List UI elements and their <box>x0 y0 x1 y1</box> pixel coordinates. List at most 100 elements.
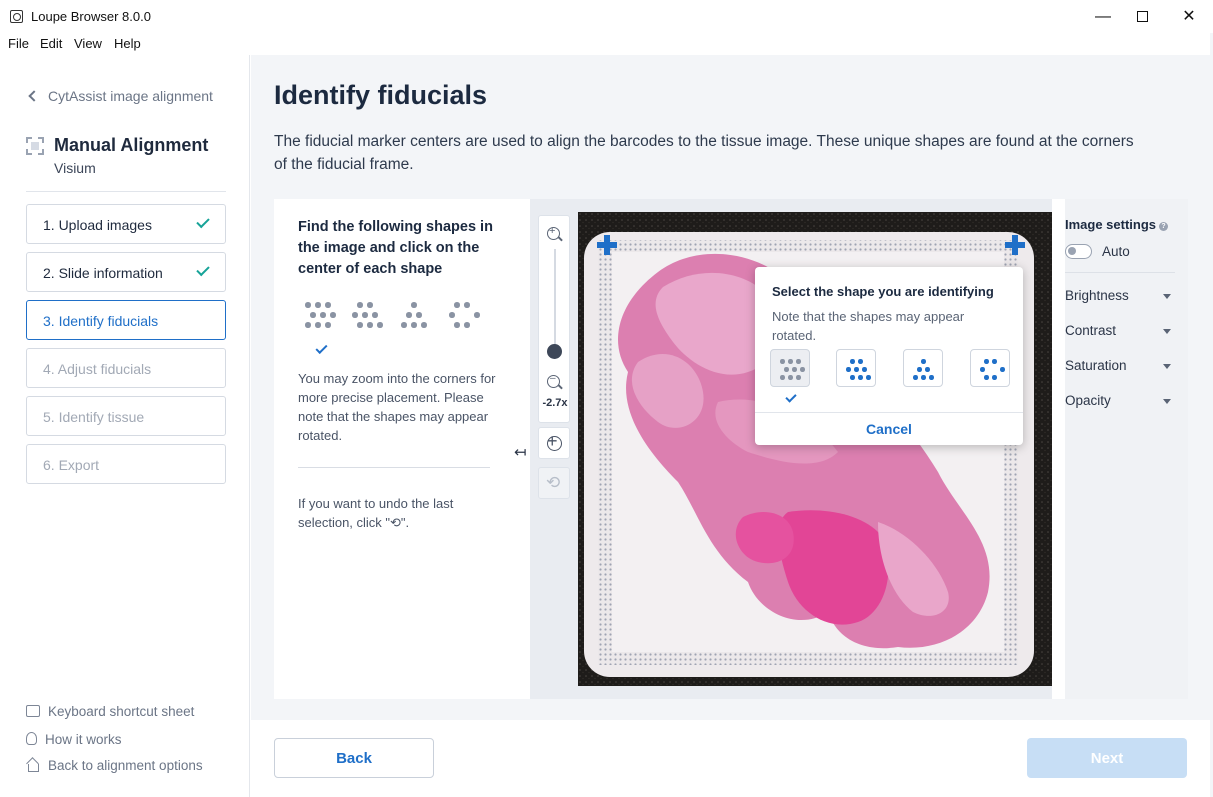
back-button[interactable]: Back <box>274 738 434 778</box>
lightbulb-icon <box>26 732 37 745</box>
popup-divider <box>755 412 1023 413</box>
alignment-card: Find the following shapes in the image a… <box>274 199 1188 699</box>
fiducial-shape-1-icon <box>302 299 338 333</box>
page-title: Identify fiducials <box>274 80 488 110</box>
contrast-dropdown[interactable]: Contrast <box>1065 323 1175 338</box>
image-settings-title: Image settings <box>1065 217 1157 232</box>
keyboard-icon <box>26 705 40 717</box>
step-label: 2. Slide information <box>43 265 163 281</box>
caret-down-icon <box>1163 364 1171 369</box>
keyboard-shortcut-label: Keyboard shortcut sheet <box>48 704 195 719</box>
mode-subtitle: Visium <box>54 160 96 176</box>
zoom-slider-track[interactable] <box>554 249 556 359</box>
main-content: Identify fiducials The fiducial marker c… <box>251 55 1213 720</box>
zoom-in-icon[interactable] <box>547 225 560 240</box>
shape-select-popup: Select the shape you are identifying Not… <box>755 267 1023 445</box>
popup-note: Note that the shapes may appear rotated. <box>772 309 965 343</box>
popup-shape-1-button[interactable] <box>770 349 810 387</box>
check-icon <box>785 391 797 403</box>
fiducial-marker-top-left <box>597 235 617 255</box>
back-to-cytassist-link[interactable]: CytAssist image alignment <box>27 88 213 104</box>
zoom-out-icon[interactable] <box>547 373 560 388</box>
fiducial-marker-top-right <box>1005 235 1025 255</box>
step-upload-images[interactable]: 1. Upload images <box>26 204 226 244</box>
help-icon[interactable]: ? <box>1159 222 1169 231</box>
step-label: 6. Export <box>43 457 100 473</box>
popup-heading: Select the shape you are identifying <box>772 284 994 299</box>
back-to-alignment-options-label: Back to alignment options <box>48 758 203 773</box>
opacity-label: Opacity <box>1065 393 1111 408</box>
settings-divider <box>1065 272 1175 273</box>
step-identify-fiducials[interactable]: 3. Identify fiducials <box>26 300 226 340</box>
chevron-left-icon <box>28 90 40 102</box>
step-adjust-fiducials: 4. Adjust fiducials <box>26 348 226 388</box>
menu-help[interactable]: Help <box>114 36 141 51</box>
fiducial-shape-4-icon <box>446 299 482 333</box>
check-icon <box>315 341 328 355</box>
saturation-label: Saturation <box>1065 358 1127 373</box>
mode-title: Manual Alignment <box>54 135 209 155</box>
menu-edit[interactable]: Edit <box>40 36 62 51</box>
title-bar: Loupe Browser 8.0.0 — ✕ <box>0 0 1213 33</box>
how-it-works-link[interactable]: How it works <box>26 731 122 747</box>
window-title: Loupe Browser 8.0.0 <box>31 9 151 24</box>
instructions-panel: Find the following shapes in the image a… <box>274 199 514 699</box>
maximize-icon <box>1136 11 1148 22</box>
opacity-dropdown[interactable]: Opacity <box>1065 393 1175 408</box>
brightness-label: Brightness <box>1065 288 1129 303</box>
step-label: 1. Upload images <box>43 217 152 233</box>
maximize-button[interactable] <box>1127 6 1157 28</box>
step-label: 4. Adjust fiducials <box>43 361 152 377</box>
close-button[interactable]: ✕ <box>1174 6 1204 28</box>
step-identify-tissue: 5. Identify tissue <box>26 396 226 436</box>
step-slide-information[interactable]: 2. Slide information <box>26 252 226 292</box>
sidebar-divider <box>26 191 226 192</box>
contrast-label: Contrast <box>1065 323 1117 338</box>
page-description: The fiducial marker centers are used to … <box>274 133 1134 173</box>
step-label: 3. Identify fiducials <box>43 313 159 329</box>
auto-label: Auto <box>1102 244 1130 259</box>
saturation-dropdown[interactable]: Saturation <box>1065 358 1175 373</box>
zoom-note: You may zoom into the corners for more p… <box>298 371 496 443</box>
check-icon <box>196 262 210 277</box>
alignment-mode-icon <box>26 137 44 155</box>
minimize-button[interactable]: — <box>1088 6 1118 28</box>
caret-down-icon <box>1163 399 1171 404</box>
zoom-slider-handle[interactable] <box>547 344 562 359</box>
image-settings-heading: Image settings? <box>1065 217 1169 232</box>
menu-view[interactable]: View <box>74 36 102 51</box>
fiducial-shape-2-icon <box>349 299 385 333</box>
brightness-dropdown[interactable]: Brightness <box>1065 288 1175 303</box>
caret-down-icon <box>1163 294 1171 299</box>
check-icon <box>196 214 210 229</box>
collapse-panel-icon[interactable]: ↤ <box>514 443 527 461</box>
back-to-alignment-options-link[interactable]: Back to alignment options <box>26 758 203 773</box>
undo-note: If you want to undo the last selection, … <box>298 496 454 530</box>
next-button[interactable]: Next <box>1027 738 1187 778</box>
zoom-level: -2.7x <box>542 397 568 409</box>
app-icon <box>10 10 23 23</box>
caret-down-icon <box>1163 329 1171 334</box>
image-settings-panel: Image settings? Auto Brightness Contrast… <box>1065 199 1188 699</box>
sidebar: CytAssist image alignment Manual Alignme… <box>0 55 250 797</box>
menu-bar: File Edit View Help <box>0 33 1213 55</box>
auto-toggle[interactable] <box>1065 244 1092 259</box>
instructions-heading: Find the following shapes in the image a… <box>298 219 493 277</box>
popup-shape-3-button[interactable] <box>903 349 943 387</box>
home-icon <box>26 759 40 772</box>
popup-shape-4-button[interactable] <box>970 349 1010 387</box>
keyboard-shortcut-link[interactable]: Keyboard shortcut sheet <box>26 704 194 719</box>
footer-bar: Back Next <box>251 720 1213 797</box>
instructions-divider <box>298 467 490 468</box>
how-it-works-label: How it works <box>45 732 122 747</box>
undo-button[interactable] <box>538 467 570 499</box>
center-target-button[interactable] <box>538 427 570 459</box>
back-link-label: CytAssist image alignment <box>48 88 213 104</box>
step-label: 5. Identify tissue <box>43 409 145 425</box>
fiducial-shape-3-icon <box>398 299 434 333</box>
step-export: 6. Export <box>26 444 226 484</box>
menu-file[interactable]: File <box>8 36 29 51</box>
zoom-control: -2.7x <box>538 215 570 423</box>
popup-shape-2-button[interactable] <box>836 349 876 387</box>
cancel-button[interactable]: Cancel <box>755 421 1023 437</box>
